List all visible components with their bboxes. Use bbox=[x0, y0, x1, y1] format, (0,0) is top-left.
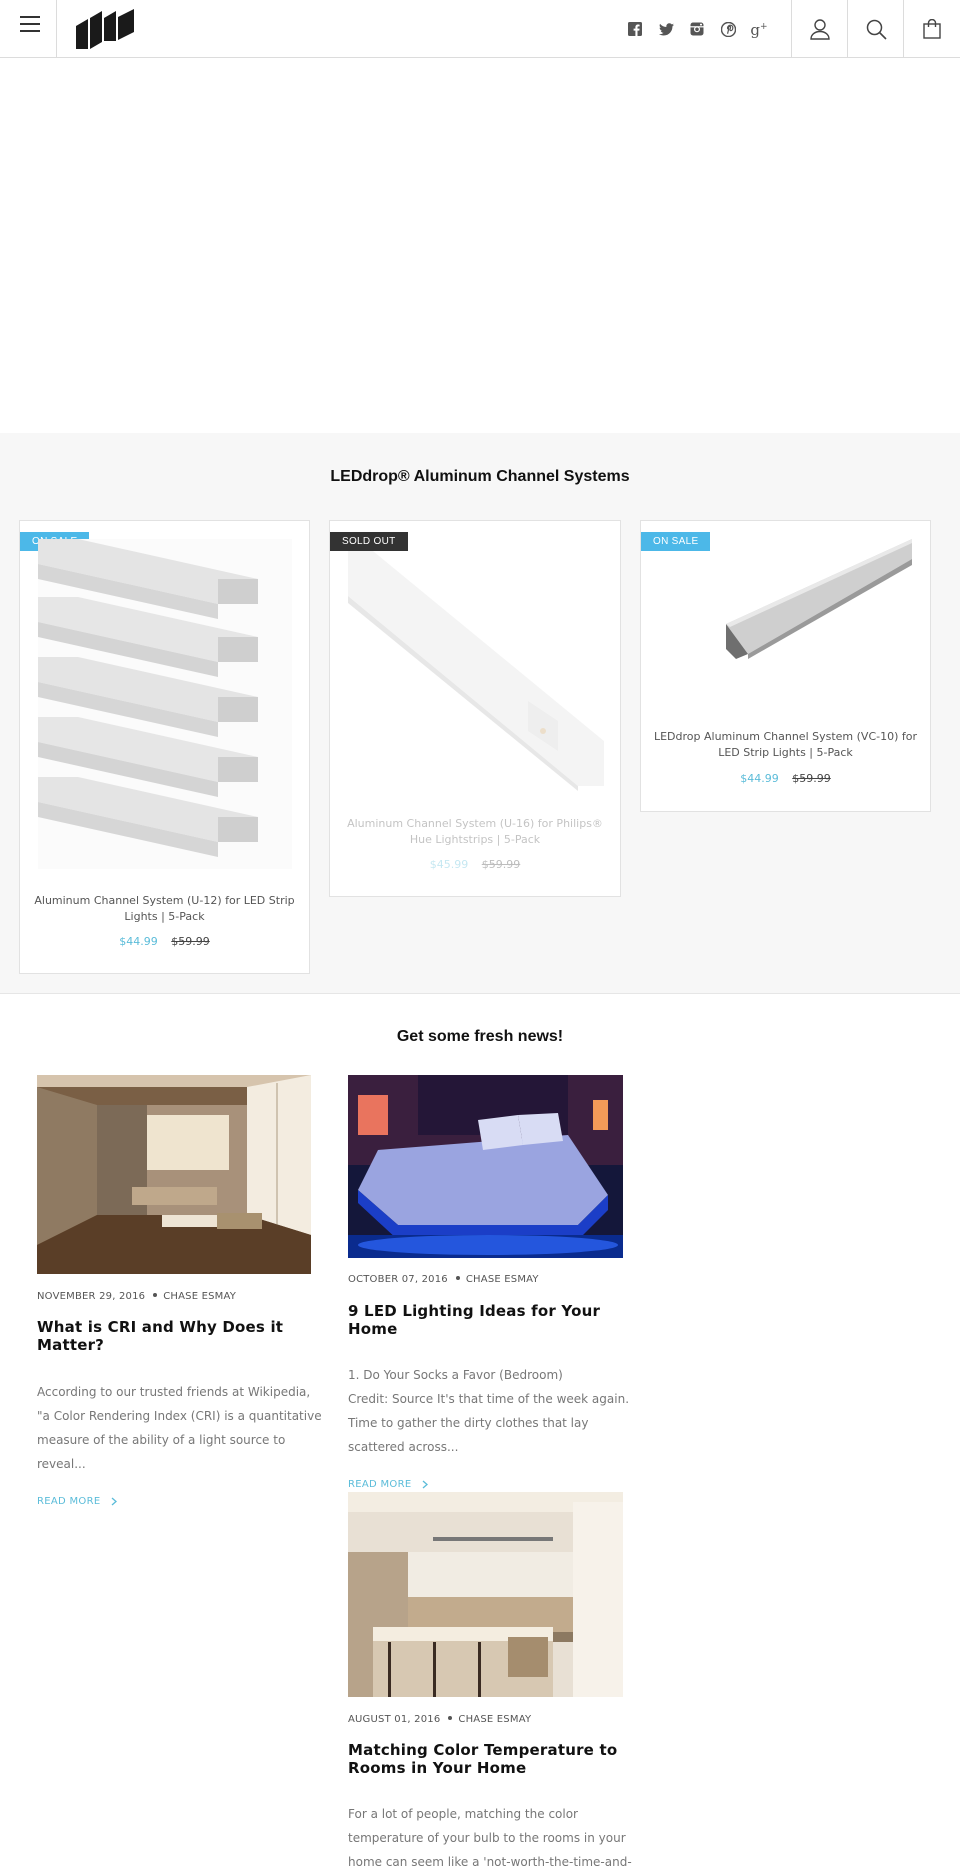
product-title[interactable]: LEDdrop Aluminum Channel System (VC-10) … bbox=[649, 729, 922, 761]
sale-price: $44.99 bbox=[740, 772, 779, 785]
compare-price: $59.99 bbox=[481, 858, 521, 871]
news-title: Get some fresh news! bbox=[396, 1028, 564, 1045]
sale-price: $45.99 bbox=[429, 858, 469, 871]
sale-price: $44.99 bbox=[119, 935, 158, 948]
post-author: CHASE ESMAY bbox=[458, 1714, 532, 1725]
hamburger-icon-bar bbox=[20, 30, 40, 32]
shopping-bag-icon bbox=[923, 19, 941, 39]
product-card[interactable]: ON SALE bbox=[19, 520, 310, 974]
product-card[interactable]: ON SALE LEDdrop Aluminum Channel System … bbox=[640, 520, 931, 812]
collection-title: LEDdrop® Aluminum Channel Systems bbox=[330, 468, 630, 485]
product-title[interactable]: Aluminum Channel System (U-16) for Phili… bbox=[338, 816, 612, 848]
product-image bbox=[38, 539, 292, 869]
post-meta: OCTOBER 07, 2016 CHASE ESMAY bbox=[348, 1274, 539, 1285]
post-author: CHASE ESMAY bbox=[465, 1274, 539, 1285]
menu-button[interactable] bbox=[0, 0, 57, 58]
facebook-icon[interactable] bbox=[626, 20, 644, 38]
hero-banner bbox=[0, 59, 960, 433]
post-image[interactable] bbox=[348, 1492, 623, 1697]
post-date: OCTOBER 07, 2016 bbox=[348, 1274, 448, 1285]
compare-price: $59.99 bbox=[792, 772, 831, 785]
pinterest-icon[interactable] bbox=[719, 20, 737, 38]
post-author: CHASE ESMAY bbox=[163, 1291, 237, 1302]
post-meta: AUGUST 01, 2016 CHASE ESMAY bbox=[348, 1714, 531, 1725]
featured-collection: LEDdrop® Aluminum Channel Systems ON SAL… bbox=[0, 433, 960, 994]
product-title[interactable]: Aluminum Channel System (U-12) for LED S… bbox=[28, 893, 301, 925]
search-icon bbox=[866, 19, 887, 40]
cart-button[interactable] bbox=[904, 0, 960, 58]
post-meta: NOVEMBER 29, 2016 CHASE ESMAY bbox=[37, 1291, 236, 1302]
product-image bbox=[726, 539, 912, 659]
post-title[interactable]: 9 LED Lighting Ideas for Your Home bbox=[348, 1302, 600, 1338]
post-date: AUGUST 01, 2016 bbox=[348, 1714, 441, 1725]
post-excerpt: According to our trusted friends at Wiki… bbox=[37, 1385, 322, 1471]
product-image bbox=[348, 551, 604, 791]
post-date: NOVEMBER 29, 2016 bbox=[37, 1291, 146, 1302]
google-plus-icon[interactable]: g+ bbox=[750, 20, 768, 38]
chevron-right-icon bbox=[422, 1480, 428, 1488]
search-button[interactable] bbox=[848, 0, 904, 58]
read-more-link[interactable]: READ MORE bbox=[37, 1496, 118, 1507]
user-icon bbox=[810, 19, 830, 40]
hamburger-icon-bar bbox=[20, 23, 40, 25]
product-price: $45.99 $59.99 bbox=[330, 858, 620, 871]
post-image[interactable] bbox=[348, 1075, 623, 1258]
twitter-icon[interactable] bbox=[657, 20, 675, 38]
read-more-link[interactable]: READ MORE bbox=[348, 1479, 429, 1490]
sold-out-badge: SOLD OUT bbox=[330, 532, 408, 551]
chevron-right-icon bbox=[111, 1497, 117, 1505]
post-excerpt: For a lot of people, matching the color … bbox=[348, 1807, 632, 1869]
site-header: g+ bbox=[0, 0, 960, 58]
product-price: $44.99 $59.99 bbox=[641, 772, 930, 785]
instagram-icon[interactable] bbox=[688, 20, 706, 38]
post-title[interactable]: What is CRI and Why Does it Matter? bbox=[37, 1318, 283, 1354]
post-image[interactable] bbox=[37, 1075, 311, 1274]
logo-icon[interactable] bbox=[76, 9, 134, 49]
sale-badge: ON SALE bbox=[641, 532, 711, 551]
product-card[interactable]: SOLD OUT Aluminum Channel System (U-16) … bbox=[329, 520, 621, 897]
compare-price: $59.99 bbox=[171, 935, 210, 948]
product-price: $44.99 $59.99 bbox=[20, 935, 309, 948]
account-button[interactable] bbox=[792, 0, 848, 58]
post-title[interactable]: Matching Color Temperature to Rooms in Y… bbox=[348, 1741, 617, 1777]
post-excerpt: 1. Do Your Socks a Favor (Bedroom) Credi… bbox=[348, 1368, 630, 1454]
hamburger-icon-bar bbox=[20, 16, 40, 18]
